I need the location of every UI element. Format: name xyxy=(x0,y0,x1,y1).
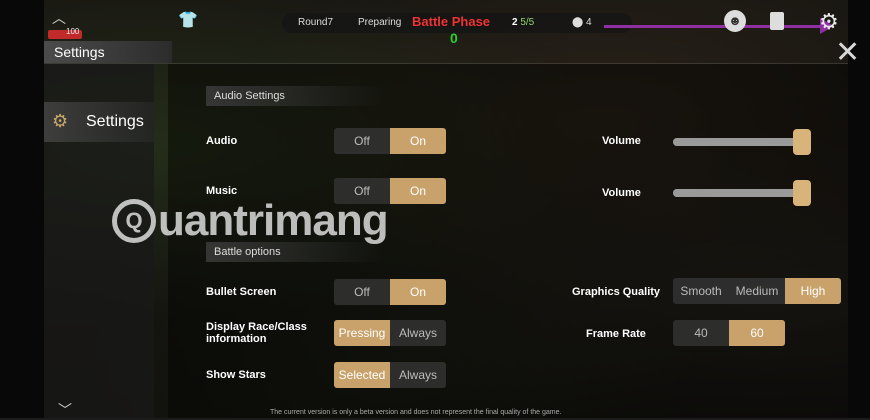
display-race-class-toggle: Pressing Always xyxy=(334,320,446,346)
phase-count: 0 xyxy=(450,30,458,46)
population-prefix: 2 xyxy=(512,17,518,28)
music-volume-slider[interactable] xyxy=(673,180,811,206)
graphics-quality-selector: Smooth Medium High xyxy=(673,278,841,304)
show-stars-selected-option[interactable]: Selected xyxy=(334,362,390,388)
audio-label: Audio xyxy=(206,135,238,147)
bullet-screen-on-option[interactable]: On xyxy=(390,279,446,305)
bullet-screen-label: Bullet Screen xyxy=(206,286,277,298)
audio-volume-knob[interactable] xyxy=(793,129,811,155)
audio-on-option[interactable]: On xyxy=(390,128,446,154)
round-label: Round7 xyxy=(298,17,334,28)
frame-rate-40-option[interactable]: 40 xyxy=(673,320,729,346)
state-label: Preparing xyxy=(358,17,402,28)
emote-icon[interactable]: ☻ xyxy=(724,10,746,32)
show-stars-label: Show Stars xyxy=(206,369,266,381)
population-value: 5/5 xyxy=(520,17,535,28)
watermark: Q uantrimang xyxy=(112,196,389,246)
display-race-class-label: Display Race/Class information xyxy=(206,321,307,345)
frame-rate-selector: 40 60 xyxy=(673,320,785,346)
graphics-high-option[interactable]: High xyxy=(785,278,841,304)
top-hud: ︿ 100 👕 Round7 Preparing Battle Phase 0 … xyxy=(44,6,848,46)
beta-notice: The current version is only a beta versi… xyxy=(270,409,562,416)
audio-volume-slider[interactable] xyxy=(673,129,811,155)
gold-count: ⬤ 4 xyxy=(572,17,592,28)
annotation-arrow xyxy=(604,18,834,34)
audio-volume-fill xyxy=(673,138,811,146)
bullet-screen-off-option[interactable]: Off xyxy=(334,279,390,305)
book-icon[interactable] xyxy=(770,12,784,30)
gold-value: 4 xyxy=(585,17,592,28)
show-stars-always-option[interactable]: Always xyxy=(390,362,446,388)
watermark-text: uantrimang xyxy=(158,196,389,245)
phase-label: Battle Phase xyxy=(412,14,491,29)
settings-gear-icon[interactable]: ⚙ xyxy=(819,9,839,35)
gear-icon: ⚙ xyxy=(52,111,69,131)
frame-rate-60-option[interactable]: 60 xyxy=(729,320,785,346)
music-volume-label: Volume xyxy=(602,187,641,199)
sidebar-item-settings[interactable]: ⚙ Settings xyxy=(44,102,154,142)
shirt-icon[interactable]: 👕 xyxy=(178,10,198,30)
hp-value: 100 xyxy=(66,27,80,36)
frame-rate-label: Frame Rate xyxy=(586,328,646,340)
graphics-quality-label: Graphics Quality xyxy=(572,286,661,298)
music-volume-knob[interactable] xyxy=(793,180,811,206)
watermark-logo: Q xyxy=(112,199,156,243)
audio-off-option[interactable]: Off xyxy=(334,128,390,154)
page-title: Settings xyxy=(44,41,172,63)
graphics-medium-option[interactable]: Medium xyxy=(729,278,785,304)
round-status-bar: Round7 Preparing Battle Phase 0 2 5/5 ⬤ … xyxy=(282,13,632,46)
bullet-screen-toggle: Off On xyxy=(334,279,446,305)
graphics-smooth-option[interactable]: Smooth xyxy=(673,278,729,304)
chevron-up-icon[interactable]: ︿ xyxy=(52,8,66,28)
chevron-down-icon[interactable]: ﹀ xyxy=(58,400,72,420)
letterbox-left xyxy=(0,0,44,418)
display-pressing-option[interactable]: Pressing xyxy=(334,320,390,346)
music-on-option[interactable]: On xyxy=(390,178,446,204)
show-stars-toggle: Selected Always xyxy=(334,362,446,388)
sidebar-item-label: Settings xyxy=(86,113,144,130)
audio-volume-label: Volume xyxy=(602,135,641,147)
audio-toggle: Off On xyxy=(334,128,446,154)
population-count: 2 5/5 xyxy=(512,17,534,28)
section-audio-settings: Audio Settings xyxy=(206,86,384,106)
display-always-option[interactable]: Always xyxy=(390,320,446,346)
music-volume-fill xyxy=(673,189,811,197)
